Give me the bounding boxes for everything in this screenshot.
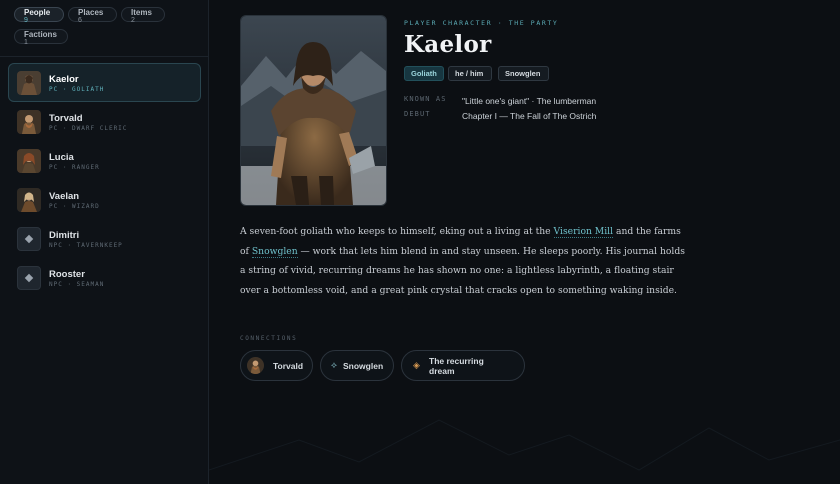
connection-torvald[interactable]: Torvald bbox=[240, 350, 313, 381]
list-item-name: Dimitri bbox=[49, 230, 80, 241]
avatar bbox=[247, 357, 264, 374]
avatar bbox=[17, 188, 41, 212]
connection-label: Torvald bbox=[273, 361, 304, 371]
entity-kicker: PLAYER CHARACTER · THE PARTY bbox=[404, 19, 559, 27]
link-snowglen[interactable]: Snowglen bbox=[251, 245, 298, 258]
diamond-icon bbox=[24, 234, 34, 244]
filter-count: 6 bbox=[78, 17, 82, 24]
meta-debut-value: Chapter I — The Fall of The Ostrich bbox=[462, 111, 597, 121]
diamond-icon: ◈ bbox=[413, 360, 420, 370]
page-title: Kaelor bbox=[404, 31, 492, 58]
list-item-dimitri[interactable]: Dimitri NPC · TAVERNKEEP bbox=[8, 219, 201, 258]
avatar bbox=[17, 227, 41, 251]
diamond-icon bbox=[24, 273, 34, 283]
character-portrait bbox=[240, 15, 387, 206]
tag-pronouns: he / him bbox=[448, 66, 492, 81]
filter-count: 1 bbox=[24, 39, 28, 46]
list-item-name: Vaelan bbox=[49, 191, 80, 202]
sidebar-divider bbox=[0, 56, 209, 57]
avatar bbox=[17, 110, 41, 134]
avatar bbox=[17, 149, 41, 173]
filter-count: 2 bbox=[131, 17, 135, 24]
meta-debut-label: DEBUT bbox=[404, 110, 431, 118]
filter-places[interactable]: Places 6 bbox=[68, 7, 117, 24]
filter-people[interactable]: People 9 bbox=[14, 7, 64, 24]
link-viserion-mill[interactable]: Viserion Mill bbox=[553, 226, 614, 238]
connection-label: The recurring dream bbox=[429, 356, 484, 376]
list-item-sub: PC · GOLIATH bbox=[49, 86, 105, 93]
list-item-sub: PC · DWARF CLERIC bbox=[49, 125, 128, 132]
detail-panel: PLAYER CHARACTER · THE PARTY Kaelor Goli… bbox=[209, 0, 840, 484]
description: A seven-foot goliath who keeps to himsel… bbox=[240, 222, 690, 300]
avatar bbox=[17, 266, 41, 290]
background-mountains bbox=[209, 419, 840, 471]
place-icon: ⟡ bbox=[331, 360, 337, 370]
connection-recurring-dream[interactable]: ◈ The recurring dream bbox=[401, 350, 525, 381]
filter-label: Places bbox=[78, 8, 104, 17]
list-item-lucia[interactable]: Lucia PC · RANGER bbox=[8, 141, 201, 180]
list-item-sub: NPC · TAVERNKEEP bbox=[49, 242, 123, 249]
filter-label: People bbox=[24, 8, 51, 17]
tag-place: Snowglen bbox=[498, 66, 549, 81]
list-item-sub: PC · RANGER bbox=[49, 164, 100, 171]
list-item-name: Kaelor bbox=[49, 74, 79, 85]
connections-label: CONNECTIONS bbox=[240, 335, 298, 342]
people-list: Kaelor PC · GOLIATH Torvald PC · DWARF C… bbox=[8, 63, 201, 297]
list-item-torvald[interactable]: Torvald PC · DWARF CLERIC bbox=[8, 102, 201, 141]
filter-chips: People 9 Places 6 Items 2 Factions 1 bbox=[14, 7, 204, 47]
list-item-rooster[interactable]: Rooster NPC · SEAMAN bbox=[8, 258, 201, 297]
filter-count: 9 bbox=[24, 17, 28, 24]
filter-label: Items bbox=[131, 8, 152, 17]
description-text: — work that lets him blend in and stay u… bbox=[240, 245, 685, 296]
list-item-kaelor[interactable]: Kaelor PC · GOLIATH bbox=[8, 63, 201, 102]
list-item-vaelan[interactable]: Vaelan PC · WIZARD bbox=[8, 180, 201, 219]
list-item-name: Rooster bbox=[49, 269, 85, 280]
avatar bbox=[17, 71, 41, 95]
meta-known-as-value: "Little one's giant" · The lumberman bbox=[462, 96, 597, 106]
filter-factions[interactable]: Factions 1 bbox=[14, 29, 68, 46]
filter-label: Factions bbox=[24, 30, 57, 39]
list-item-sub: PC · WIZARD bbox=[49, 203, 100, 210]
list-item-name: Torvald bbox=[49, 113, 83, 124]
filter-items[interactable]: Items 2 bbox=[121, 7, 165, 24]
sidebar: People 9 Places 6 Items 2 Factions 1 Kae… bbox=[0, 0, 209, 484]
app-root: People 9 Places 6 Items 2 Factions 1 Kae… bbox=[0, 0, 840, 484]
meta-known-as-label: KNOWN AS bbox=[404, 95, 447, 103]
connection-label: Snowglen bbox=[343, 361, 384, 371]
description-text: A seven-foot goliath who keeps to himsel… bbox=[240, 226, 554, 237]
tag-race: Goliath bbox=[404, 66, 444, 81]
list-item-name: Lucia bbox=[49, 152, 74, 163]
list-item-sub: NPC · SEAMAN bbox=[49, 281, 105, 288]
connection-snowglen[interactable]: ⟡ Snowglen bbox=[320, 350, 394, 381]
